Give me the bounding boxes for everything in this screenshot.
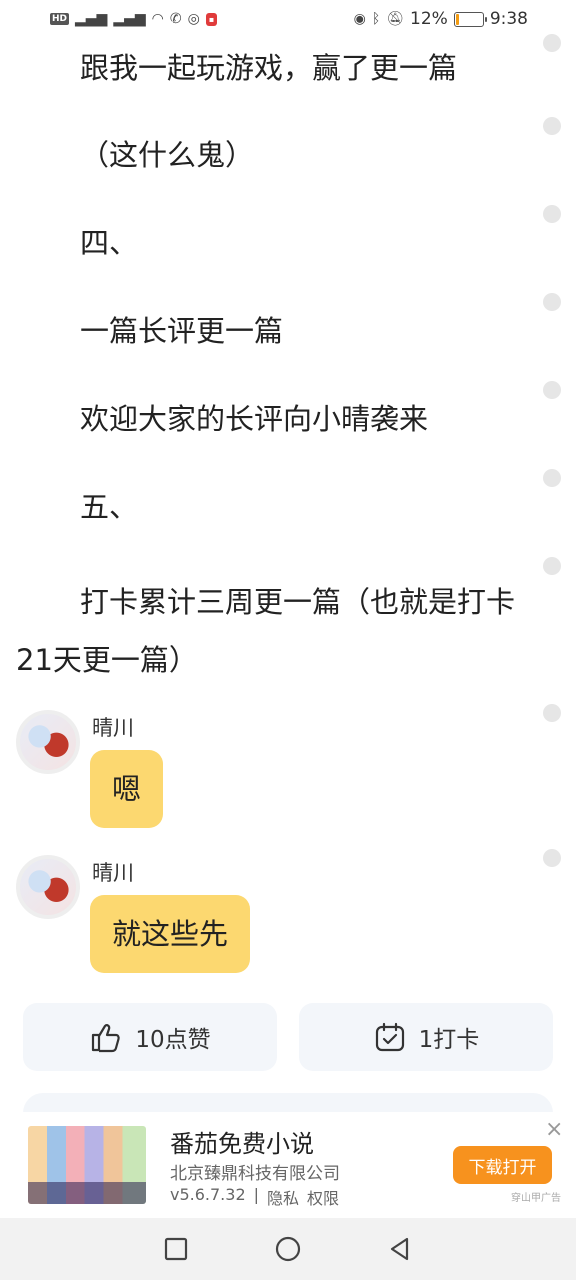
qq-icon: ◎ — [187, 11, 200, 27]
sender-name: 晴川 — [92, 716, 134, 740]
paragraph-comment-dot[interactable] — [543, 849, 561, 867]
like-count-label: 10点赞 — [135, 1027, 211, 1053]
chat-message: 晴川 就这些先 — [16, 855, 536, 975]
status-left-icons: HD ▂▄▆ ▂▄▆ ◠ ✆ ◎ ▪ — [50, 11, 218, 27]
paragraph-comment-dot[interactable] — [543, 557, 561, 575]
call-icon: ✆ — [169, 11, 182, 27]
paragraph-comment-dot[interactable] — [543, 34, 561, 52]
checkin-count-label: 1打卡 — [418, 1027, 480, 1053]
paragraph-comment-dot[interactable] — [543, 117, 561, 135]
app-notification-icon: ▪ — [205, 12, 218, 26]
ad-permissions-link[interactable]: 权限 — [307, 1185, 339, 1209]
message-bubble: 就这些先 — [90, 895, 251, 973]
paragraph-comment-dot[interactable] — [543, 381, 561, 399]
thumbs-up-icon — [92, 1024, 121, 1053]
paragraph-comment-dot[interactable] — [543, 205, 561, 223]
mute-icon: 🔕︎ — [386, 11, 405, 27]
message-bubble: 嗯 — [90, 750, 164, 828]
status-right: ◉ ᛒ 🔕︎ 12% 9:38 — [354, 9, 528, 29]
back-triangle-icon[interactable] — [385, 1234, 415, 1264]
battery-level — [455, 13, 460, 25]
story-paragraph: 五、 — [80, 490, 139, 524]
ad-banner[interactable]: 番茄免费小说 北京臻鼎科技有限公司 v5.6.7.32 | 隐私 权限 下载打开… — [0, 1112, 576, 1218]
clock: 9:38 — [489, 9, 528, 29]
status-bar: HD ▂▄▆ ▂▄▆ ◠ ✆ ◎ ▪ ◉ ᛒ 🔕︎ 12% 9:38 — [0, 0, 576, 38]
avatar[interactable] — [16, 855, 80, 919]
ad-privacy-link[interactable]: 隐私 — [267, 1185, 299, 1209]
close-icon[interactable]: × — [545, 1119, 563, 1141]
ad-company: 北京臻鼎科技有限公司 — [170, 1164, 340, 1184]
paragraph-comment-dot[interactable] — [543, 293, 561, 311]
eye-icon: ◉ — [353, 11, 366, 27]
story-paragraph: 打卡累计三周更一篇（也就是打卡21天更一篇） — [16, 585, 516, 677]
wifi-icon: ◠ — [151, 11, 164, 27]
sender-name: 晴川 — [92, 861, 134, 885]
home-circle-icon[interactable] — [273, 1234, 303, 1264]
5g-signal-icon: ▂▄▆ — [75, 11, 108, 27]
ad-separator: | — [253, 1185, 260, 1204]
battery-percent: 12% — [410, 9, 448, 29]
bluetooth-icon: ᛒ — [371, 11, 381, 27]
signal-icon: ▂▄▆ — [113, 11, 146, 27]
like-button[interactable]: 10点赞 — [23, 1003, 277, 1071]
paragraph-comment-dot[interactable] — [543, 469, 561, 487]
recents-square-icon[interactable] — [161, 1234, 191, 1264]
checkin-button[interactable]: 1打卡 — [299, 1003, 553, 1071]
ad-version: v5.6.7.32 — [170, 1185, 246, 1204]
calendar-check-icon — [375, 1022, 404, 1052]
chat-message: 晴川 嗯 — [16, 710, 536, 830]
avatar[interactable] — [16, 710, 80, 774]
story-paragraph: 四、 — [80, 226, 139, 260]
ad-meta: v5.6.7.32 | 隐私 权限 — [170, 1185, 339, 1209]
ad-source-label: 穿山甲广告 — [511, 1193, 561, 1204]
story-paragraph: 欢迎大家的长评向小晴袭来 — [80, 402, 429, 436]
navigation-bar — [0, 1218, 576, 1280]
story-paragraph: （这什么鬼） — [80, 138, 255, 172]
ad-image[interactable] — [28, 1126, 146, 1204]
battery-icon — [453, 11, 487, 27]
hd-icon: HD — [50, 13, 70, 25]
ad-download-button[interactable]: 下载打开 — [453, 1146, 552, 1184]
paragraph-comment-dot[interactable] — [543, 704, 561, 722]
ad-title[interactable]: 番茄免费小说 — [170, 1124, 314, 1159]
story-paragraph: 跟我一起玩游戏，赢了更一篇 — [80, 51, 458, 85]
story-paragraph: 一篇长评更一篇 — [80, 314, 284, 348]
